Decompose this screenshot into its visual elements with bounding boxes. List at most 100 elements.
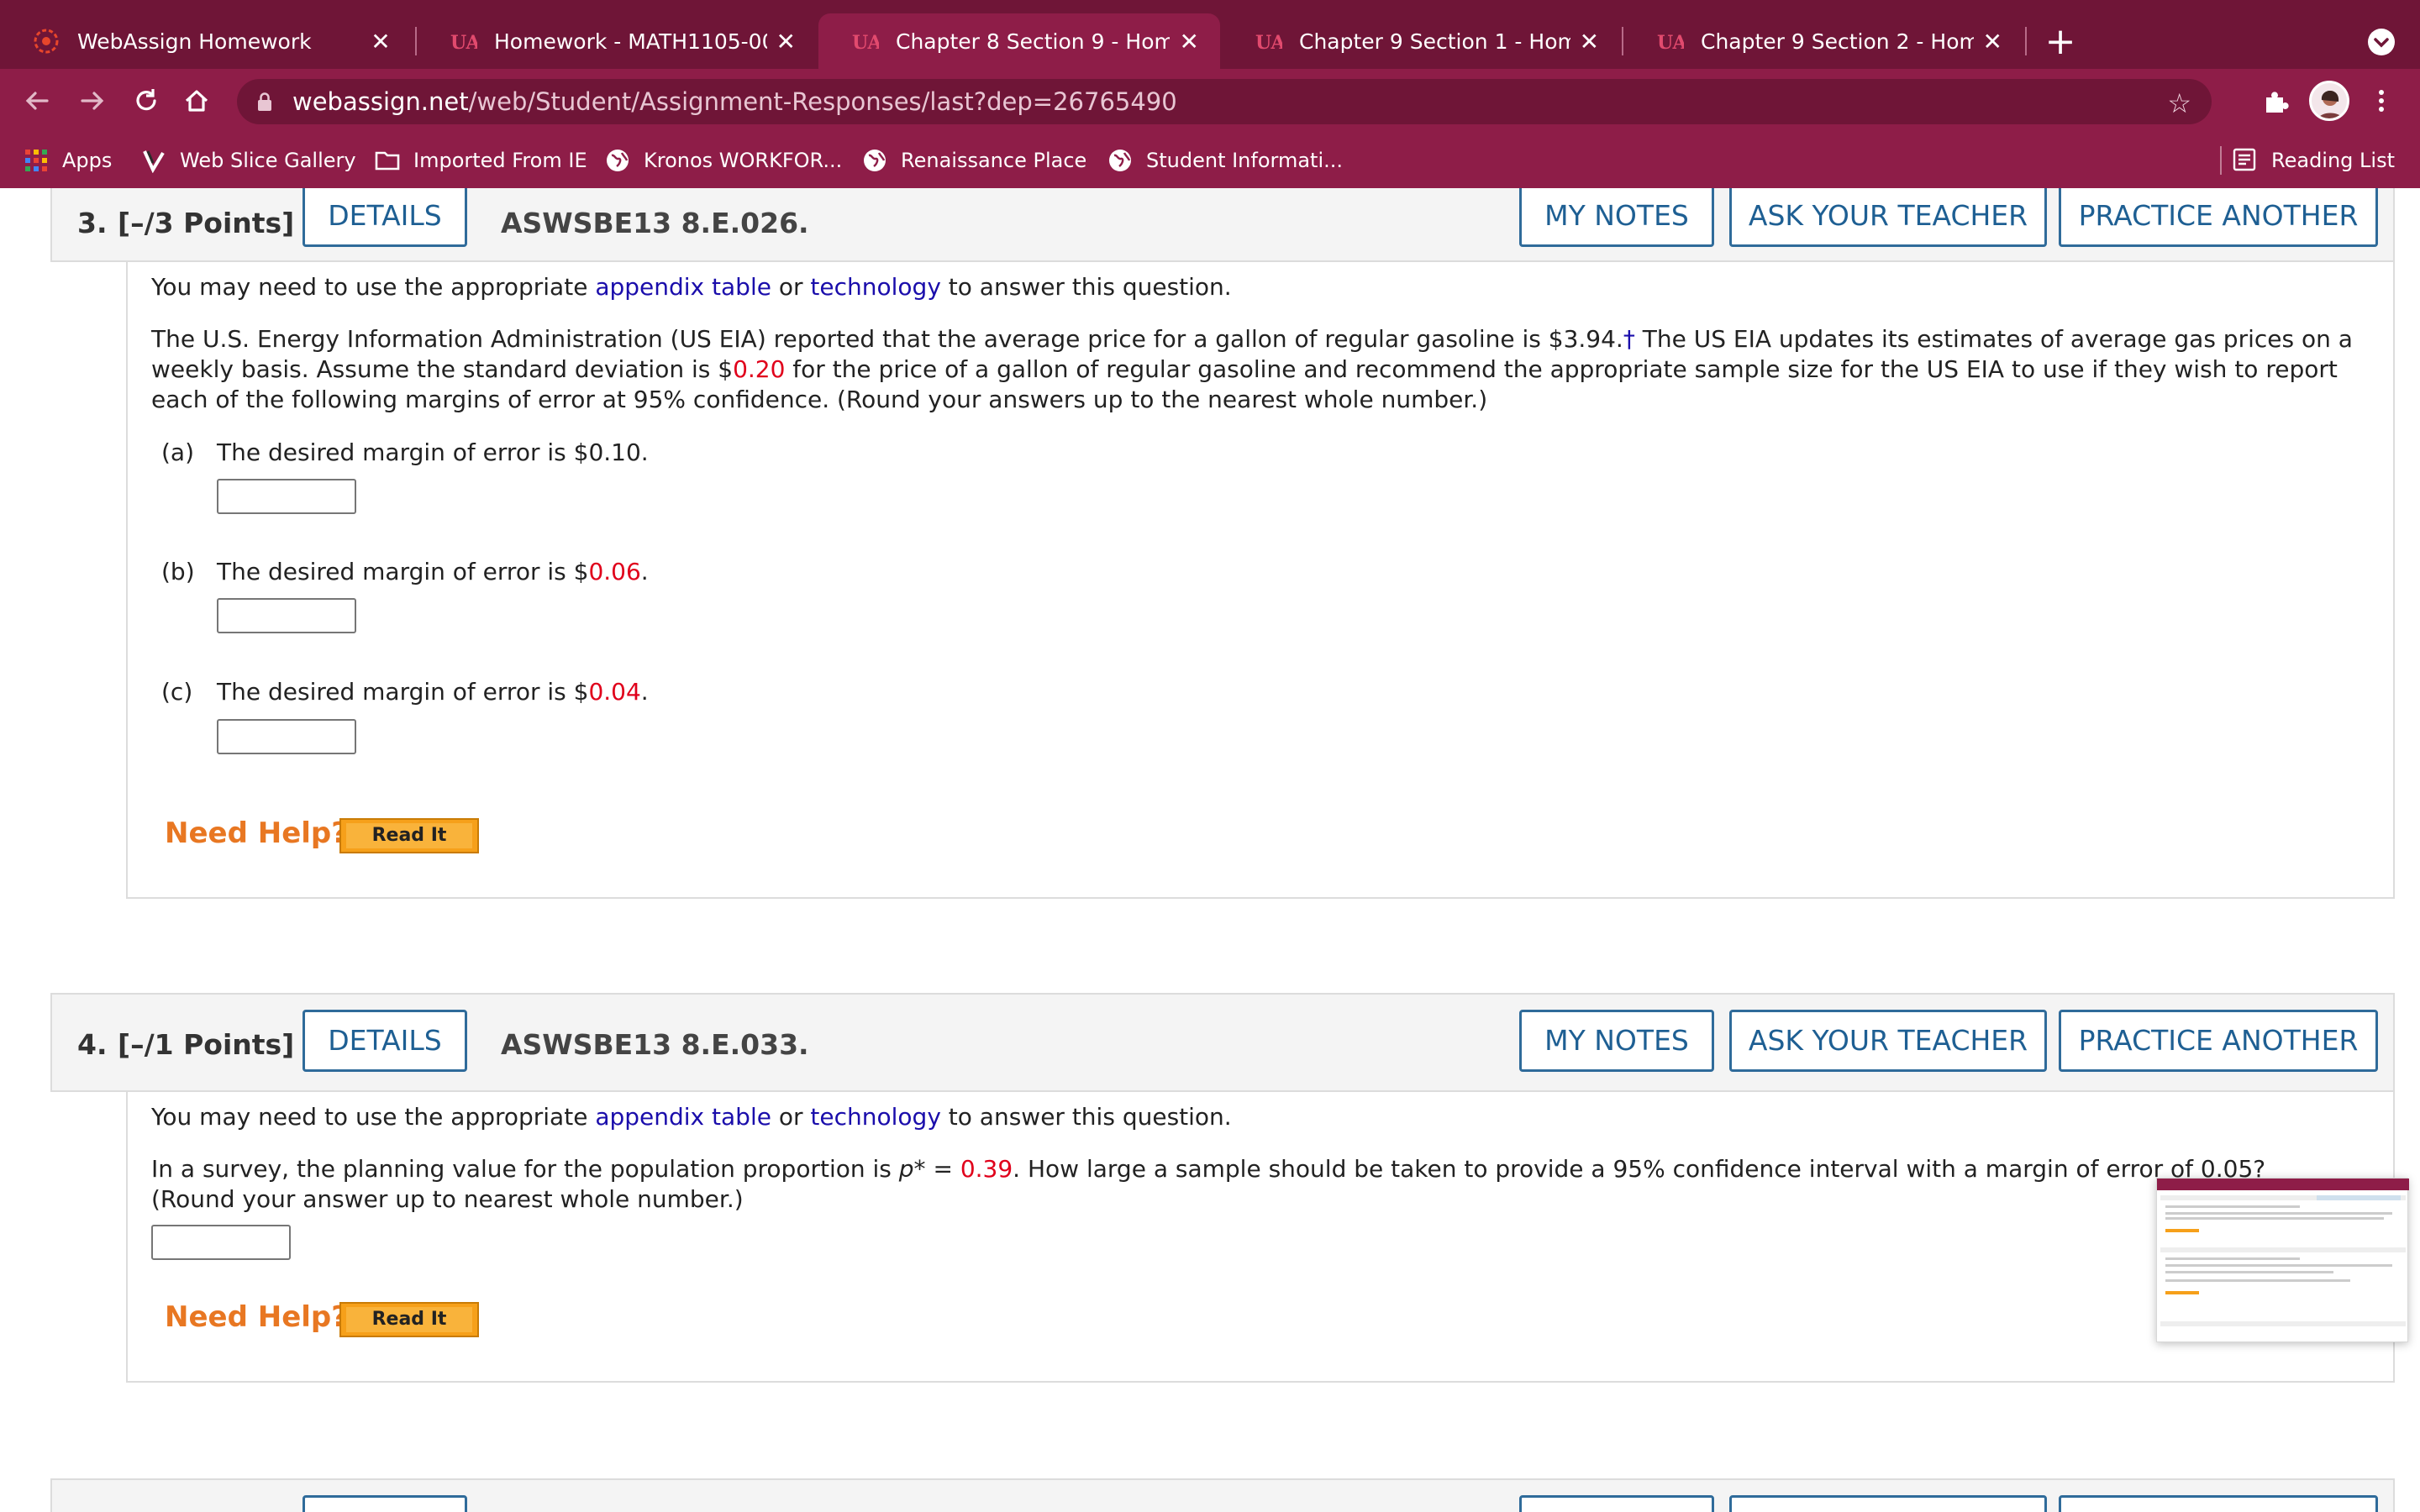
bookmark-renaissance-place[interactable]: Renaissance Place: [862, 133, 1086, 188]
part-label: (b): [161, 558, 195, 585]
proportion-variable: p*: [898, 1155, 926, 1183]
reading-list-button[interactable]: Reading List: [2233, 133, 2395, 188]
close-icon[interactable]: ✕: [1982, 28, 2003, 55]
ask-your-teacher-button[interactable]: ASK YOUR TEACHER: [1729, 1010, 2047, 1072]
tab-webassign-homework[interactable]: WebAssign Homework ✕: [0, 13, 413, 69]
part-label: (c): [161, 678, 193, 706]
ua-logo-icon: UA: [850, 27, 879, 55]
tab-chapter8-section9[interactable]: UA Chapter 8 Section 9 - Homewo ✕: [818, 13, 1220, 69]
read-it-button[interactable]: Read It: [339, 818, 479, 853]
url-text: webassign.net/web/Student/Assignment-Res…: [292, 79, 1177, 124]
ua-logo-icon: UA: [1655, 27, 1684, 55]
bookmark-label: Kronos WORKFOR...: [644, 149, 843, 172]
question-number: 3.: [77, 207, 108, 239]
svg-text:UA: UA: [450, 32, 477, 54]
close-icon[interactable]: ✕: [1178, 28, 1200, 55]
close-icon[interactable]: ✕: [776, 28, 797, 55]
bookmark-label: Student Informati...: [1146, 149, 1344, 172]
intro-text: to answer this question.: [940, 1103, 1232, 1131]
question-5-header: [50, 1478, 2395, 1512]
question-4-answer-input[interactable]: [151, 1225, 291, 1260]
tab-title: Chapter 8 Section 9 - Homewo: [896, 29, 1171, 54]
close-icon[interactable]: ✕: [1579, 28, 1600, 55]
intro-text: to answer this question.: [940, 273, 1232, 301]
period: .: [640, 678, 649, 706]
close-icon[interactable]: ✕: [368, 28, 393, 55]
my-notes-button[interactable]: MY NOTES: [1519, 188, 1714, 247]
bookmark-label: Imported From IE: [413, 149, 587, 172]
intro-text: or: [771, 1103, 811, 1131]
appendix-table-link[interactable]: appendix table: [595, 273, 771, 301]
bookmark-star-icon[interactable]: ☆: [2167, 87, 2191, 119]
reading-list-icon: [2233, 148, 2258, 173]
tab-title: Chapter 9 Section 2 - Homewo: [1701, 29, 1974, 54]
home-button[interactable]: [180, 84, 213, 118]
question-4-header: 4. [–/1 Points] DETAILS ASWSBE13 8.E.033…: [50, 993, 2395, 1092]
part-label: (a): [161, 438, 195, 466]
part-a: (a) The desired margin of error is $0.10.: [161, 438, 649, 466]
question-code: ASWSBE13 8.E.026.: [501, 207, 809, 239]
bookmark-apps[interactable]: Apps: [24, 133, 112, 188]
question-number: 4.: [77, 1028, 108, 1061]
url-path: /web/Student/Assignment-Responses/last?d…: [468, 87, 1177, 116]
question-3-stem: The U.S. Energy Information Administrati…: [151, 324, 2370, 415]
chevron-down-icon: [2374, 38, 2389, 48]
practice-another-button[interactable]: PRACTICE ANOTHER: [2059, 1010, 2378, 1072]
back-button[interactable]: [20, 84, 54, 118]
screenshot-thumbnail-preview[interactable]: [2156, 1178, 2409, 1342]
arrow-left-icon: [25, 92, 49, 110]
appendix-table-link[interactable]: appendix table: [595, 1103, 771, 1131]
practice-another-button[interactable]: [2059, 1495, 2378, 1512]
details-button[interactable]: DETAILS: [302, 188, 467, 247]
part-b: (b) The desired margin of error is $0.06.: [161, 558, 649, 585]
part-a-answer-input[interactable]: [217, 479, 356, 514]
my-notes-button[interactable]: [1519, 1495, 1714, 1512]
read-it-button[interactable]: Read It: [339, 1302, 479, 1337]
part-c-answer-input[interactable]: [217, 719, 356, 754]
lock-icon: [257, 92, 272, 112]
bookmark-student-information[interactable]: Student Informati...: [1107, 133, 1343, 188]
tab-chapter9-section2[interactable]: UA Chapter 9 Section 2 - Homewo ✕: [1623, 13, 2023, 69]
intro-text: You may need to use the appropriate: [151, 1103, 596, 1131]
address-bar[interactable]: webassign.net/web/Student/Assignment-Res…: [237, 79, 2212, 124]
forward-button[interactable]: [76, 84, 109, 118]
part-text: The desired margin of error is $: [217, 678, 589, 706]
new-tab-button[interactable]: +: [2042, 18, 2079, 66]
footnote-dagger-link[interactable]: †: [1623, 325, 1635, 353]
tab-title: WebAssign Homework: [77, 29, 312, 54]
reload-button[interactable]: [129, 84, 163, 118]
part-b-answer-input[interactable]: [217, 598, 356, 633]
url-host: webassign.net: [292, 87, 469, 116]
web-slice-icon: [141, 148, 166, 173]
question-3-intro: You may need to use the appropriate appe…: [151, 272, 2336, 302]
read-it-label: Read It: [346, 823, 472, 848]
thumbnail-image: [2157, 1179, 2409, 1326]
tab-search-button[interactable]: [2368, 29, 2395, 55]
part-text: The desired margin of error is $: [217, 558, 589, 585]
tab-title: Chapter 9 Section 1 - Homewo: [1299, 29, 1570, 54]
tab-homework-math1105[interactable]: UA Homework - MATH1105-001, S ✕: [417, 13, 817, 69]
profile-avatar[interactable]: [2309, 81, 2349, 121]
tab-strip: WebAssign Homework ✕ UA Homework - MATH1…: [0, 0, 2420, 69]
stem-text: The U.S. Energy Information Administrati…: [151, 325, 1623, 353]
globe-icon: [1107, 148, 1133, 173]
my-notes-button[interactable]: MY NOTES: [1519, 1010, 1714, 1072]
details-button[interactable]: [302, 1495, 467, 1512]
details-button[interactable]: DETAILS: [302, 1010, 467, 1072]
extensions-puzzle-icon[interactable]: [2260, 87, 2291, 118]
bookmark-web-slice-gallery[interactable]: Web Slice Gallery: [141, 133, 356, 188]
ask-your-teacher-button[interactable]: ASK YOUR TEACHER: [1729, 188, 2047, 247]
bookmark-imported-from-ie[interactable]: Imported From IE: [375, 133, 587, 188]
ask-your-teacher-button[interactable]: [1729, 1495, 2047, 1512]
bookmarks-bar: Apps Web Slice Gallery Imported From IE …: [0, 133, 2420, 188]
browser-menu-button[interactable]: [2371, 84, 2391, 118]
technology-link[interactable]: technology: [810, 1103, 940, 1131]
home-icon: [185, 90, 208, 112]
bookmark-kronos[interactable]: Kronos WORKFOR...: [605, 133, 842, 188]
technology-link[interactable]: technology: [810, 273, 940, 301]
planning-value: 0.39: [960, 1155, 1013, 1183]
tab-chapter9-section1[interactable]: UA Chapter 9 Section 1 - Homewo ✕: [1222, 13, 1620, 69]
question-points: [–/3 Points]: [118, 207, 295, 239]
question-3-header: 3. [–/3 Points] DETAILS ASWSBE13 8.E.026…: [50, 188, 2395, 262]
practice-another-button[interactable]: PRACTICE ANOTHER: [2059, 188, 2378, 247]
